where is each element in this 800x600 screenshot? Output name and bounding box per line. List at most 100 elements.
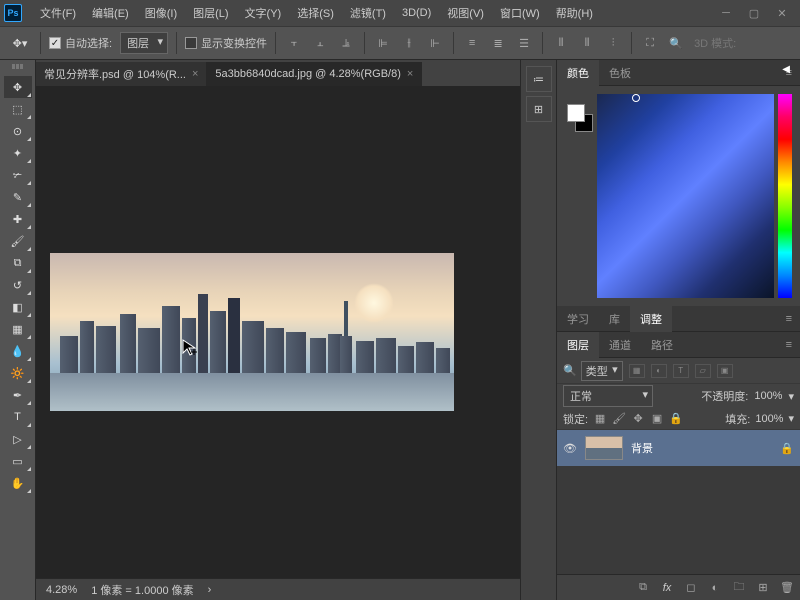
dist-left-icon[interactable]: ⦀: [551, 35, 571, 51]
link-layers-icon[interactable]: ⧉: [636, 581, 650, 594]
3d-mode-icon[interactable]: ⛶: [640, 35, 660, 51]
visibility-icon[interactable]: 👁: [563, 442, 577, 455]
filter-adjust-icon[interactable]: ◐: [651, 364, 667, 378]
layer-row[interactable]: 👁 背景 🔒: [557, 430, 800, 466]
search-icon[interactable]: 🔍: [666, 35, 686, 51]
lock-all-icon[interactable]: 🔒: [669, 412, 683, 426]
close-button[interactable]: ✕: [768, 3, 796, 23]
menu-type[interactable]: 文字(Y): [237, 1, 290, 25]
document-tab[interactable]: 常见分辨率.psd @ 104%(R...×: [36, 62, 207, 86]
menu-select[interactable]: 选择(S): [289, 1, 342, 25]
menu-3d[interactable]: 3D(D): [394, 3, 439, 23]
menu-layer[interactable]: 图层(L): [185, 1, 236, 25]
dodge-tool[interactable]: 🔆: [4, 362, 32, 384]
blur-tool[interactable]: 💧: [4, 340, 32, 362]
lock-image-icon[interactable]: 🖌: [612, 412, 626, 426]
crop-tool[interactable]: ✃: [4, 164, 32, 186]
layer-mask-icon[interactable]: ◻: [684, 581, 698, 594]
layer-thumbnail[interactable]: [585, 436, 623, 460]
dist-right-icon[interactable]: ⫶: [603, 35, 623, 51]
toolbox-grip[interactable]: [3, 64, 33, 72]
menu-edit[interactable]: 编辑(E): [84, 1, 137, 25]
lasso-tool[interactable]: ⊙: [4, 120, 32, 142]
paths-tab[interactable]: 路径: [641, 332, 683, 358]
document-tab[interactable]: 5a3bb6840dcad.jpg @ 4.28%(RGB/8)×: [207, 62, 422, 86]
align-top-icon[interactable]: ⫟: [284, 35, 304, 51]
align-vcenter-icon[interactable]: ⫠: [310, 35, 330, 51]
status-expand-icon[interactable]: ›: [208, 584, 212, 596]
hand-tool[interactable]: ✋: [4, 472, 32, 494]
autoselect-checkbox[interactable]: ✓自动选择:: [49, 35, 112, 51]
dist-bottom-icon[interactable]: ☰: [514, 35, 534, 51]
menu-view[interactable]: 视图(V): [439, 1, 492, 25]
history-panel-icon[interactable]: ≔: [526, 66, 552, 92]
menu-file[interactable]: 文件(F): [32, 1, 84, 25]
stamp-tool[interactable]: ⧉: [4, 252, 32, 274]
swatches-tab[interactable]: 色板: [599, 60, 641, 86]
eyedropper-tool[interactable]: ✎: [4, 186, 32, 208]
blend-mode-dropdown[interactable]: 正常: [563, 385, 653, 407]
foreground-color[interactable]: [567, 104, 585, 122]
canvas-area[interactable]: [36, 86, 520, 578]
fill-value[interactable]: 100%: [755, 413, 783, 425]
align-hcenter-icon[interactable]: ⫲: [399, 35, 419, 51]
hue-slider[interactable]: [778, 94, 792, 298]
maximize-button[interactable]: ▢: [740, 3, 768, 23]
delete-layer-icon[interactable]: 🗑: [780, 581, 794, 594]
adjustments-tab[interactable]: 调整: [630, 306, 672, 332]
transform-checkbox[interactable]: 显示变换控件: [185, 35, 267, 51]
align-left-icon[interactable]: ⊫: [373, 35, 393, 51]
layer-style-icon[interactable]: fx: [660, 582, 674, 594]
pen-tool[interactable]: ✒: [4, 384, 32, 406]
rectangle-tool[interactable]: ▭: [4, 450, 32, 472]
healing-tool[interactable]: ✚: [4, 208, 32, 230]
align-right-icon[interactable]: ⊩: [425, 35, 445, 51]
autoselect-target-dropdown[interactable]: 图层: [120, 32, 168, 54]
dist-top-icon[interactable]: ≡: [462, 35, 482, 51]
brush-tool[interactable]: 🖌: [4, 230, 32, 252]
filter-icon[interactable]: 🔍: [563, 364, 577, 377]
filter-pixel-icon[interactable]: ▦: [629, 364, 645, 378]
panel-menu-icon[interactable]: ≡: [782, 313, 796, 325]
move-tool-icon[interactable]: ✥▾: [8, 31, 32, 55]
opacity-value[interactable]: 100%: [754, 390, 782, 402]
tab-close-icon[interactable]: ×: [192, 68, 198, 80]
layer-name[interactable]: 背景: [631, 440, 772, 456]
color-field[interactable]: [597, 94, 774, 298]
channels-tab[interactable]: 通道: [599, 332, 641, 358]
gradient-tool[interactable]: ▦: [4, 318, 32, 340]
menu-image[interactable]: 图像(I): [137, 1, 185, 25]
lock-transparency-icon[interactable]: ▦: [593, 412, 607, 426]
tab-close-icon[interactable]: ×: [407, 68, 413, 80]
learn-tab[interactable]: 学习: [557, 306, 599, 332]
lock-artboard-icon[interactable]: ▣: [650, 412, 664, 426]
color-tab[interactable]: 颜色: [557, 60, 599, 86]
eraser-tool[interactable]: ◧: [4, 296, 32, 318]
dist-vcenter-icon[interactable]: ≣: [488, 35, 508, 51]
layer-group-icon[interactable]: 🗀: [732, 578, 746, 597]
type-tool[interactable]: T: [4, 406, 32, 428]
library-tab[interactable]: 库: [599, 306, 630, 332]
minimize-button[interactable]: ─: [712, 3, 740, 23]
zoom-level[interactable]: 4.28%: [46, 584, 77, 596]
filter-kind-dropdown[interactable]: 类型: [581, 361, 623, 381]
panel-menu-icon[interactable]: ≡: [782, 339, 796, 351]
filter-shape-icon[interactable]: ▱: [695, 364, 711, 378]
dist-hcenter-icon[interactable]: ⫴: [577, 35, 597, 51]
properties-panel-icon[interactable]: ⊞: [526, 96, 552, 122]
layers-tab[interactable]: 图层: [557, 332, 599, 358]
menu-window[interactable]: 窗口(W): [492, 1, 548, 25]
path-select-tool[interactable]: ▷: [4, 428, 32, 450]
new-layer-icon[interactable]: ⊞: [756, 581, 770, 594]
marquee-tool[interactable]: ⬚: [4, 98, 32, 120]
filter-type-icon[interactable]: T: [673, 364, 689, 378]
history-brush-tool[interactable]: ↺: [4, 274, 32, 296]
adjustment-layer-icon[interactable]: ◐: [708, 582, 722, 594]
menu-filter[interactable]: 滤镜(T): [342, 1, 394, 25]
quick-select-tool[interactable]: ✦: [4, 142, 32, 164]
lock-position-icon[interactable]: ✥: [631, 412, 645, 426]
align-bottom-icon[interactable]: ⫡: [336, 35, 356, 51]
move-tool[interactable]: ✥: [4, 76, 32, 98]
menu-help[interactable]: 帮助(H): [548, 1, 601, 25]
filter-smart-icon[interactable]: ▣: [717, 364, 733, 378]
